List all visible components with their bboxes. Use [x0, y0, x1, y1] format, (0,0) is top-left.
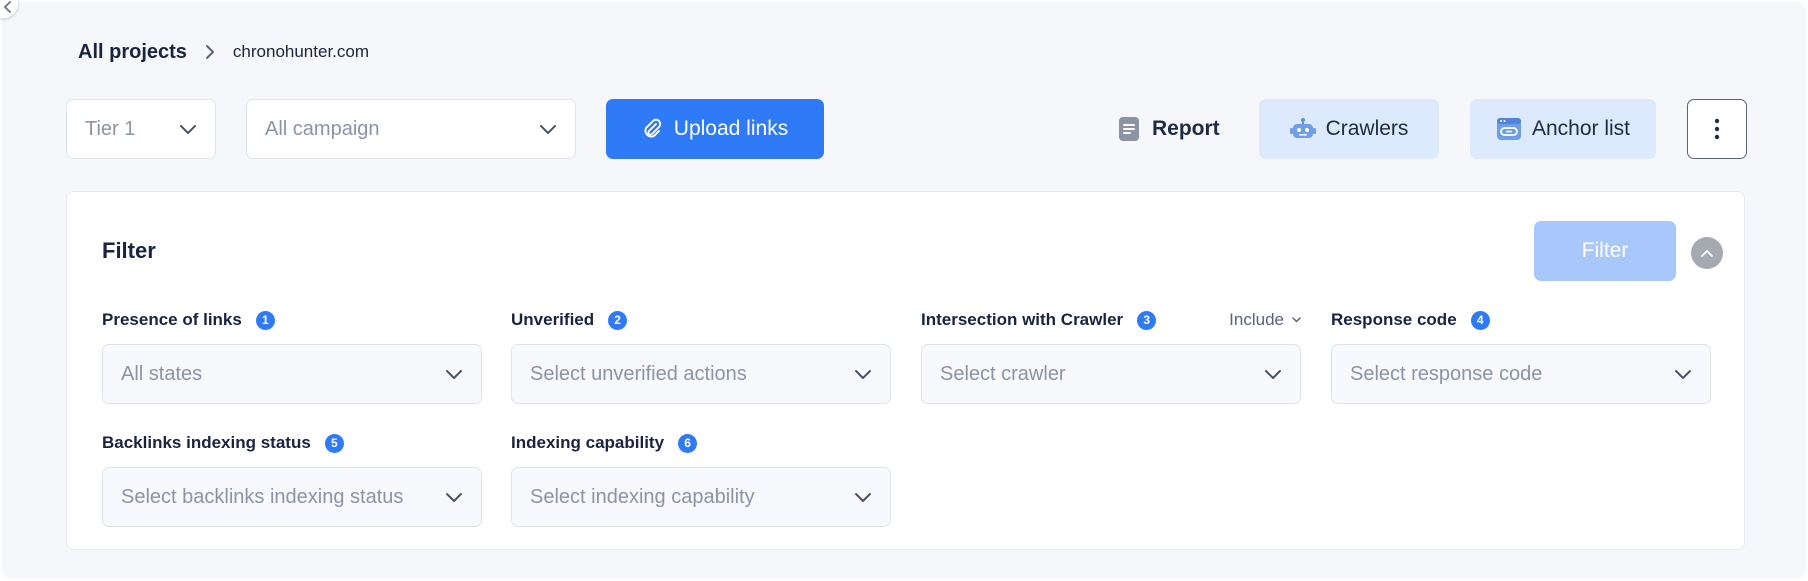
- intersection-with-crawler-label: Intersection with Crawler: [921, 310, 1124, 329]
- backlinks-indexing-status-label: Backlinks indexing status: [102, 433, 311, 452]
- toolbar: Tier 1 All campaign Upload links Report …: [66, 99, 1747, 161]
- anchor-list-button[interactable]: Anchor list: [1470, 99, 1656, 159]
- chevron-down-icon: [1265, 369, 1281, 379]
- chevron-down-icon: [1675, 369, 1691, 379]
- more-options-button[interactable]: [1687, 99, 1747, 159]
- chevron-down-icon: [446, 369, 462, 379]
- chevron-down-icon: [855, 492, 871, 502]
- select-placeholder: Select crawler: [940, 362, 1066, 385]
- campaign-select-placeholder: All campaign: [265, 117, 380, 140]
- field-label: Unverified 2: [511, 308, 891, 332]
- unverified-label: Unverified: [511, 310, 595, 329]
- select-placeholder: Select indexing capability: [530, 485, 755, 508]
- indexing-capability-select[interactable]: Select indexing capability: [511, 467, 891, 527]
- field-label: Intersection with Crawler 3 Include: [921, 308, 1301, 332]
- tier-select[interactable]: Tier 1: [66, 99, 216, 159]
- response-code-field: Response code 4 Select response code: [1331, 308, 1711, 404]
- collapse-sidebar-button[interactable]: [0, 0, 18, 18]
- step-badge: 4: [1470, 310, 1490, 330]
- response-code-select[interactable]: Select response code: [1331, 344, 1711, 404]
- step-badge: 5: [324, 433, 344, 453]
- intersection-with-crawler-field: Intersection with Crawler 3 Include Sele…: [921, 308, 1301, 404]
- presence-of-links-label: Presence of links: [102, 310, 242, 329]
- chevron-down-icon: [1292, 317, 1301, 323]
- report-button[interactable]: Report: [1106, 99, 1232, 159]
- chevron-left-icon: [4, 1, 11, 13]
- include-mode-label: Include: [1229, 310, 1284, 329]
- step-badge: 6: [678, 433, 698, 453]
- unverified-field: Unverified 2 Select unverified actions: [511, 308, 891, 404]
- select-placeholder: All states: [121, 362, 203, 385]
- campaign-select[interactable]: All campaign: [246, 99, 576, 159]
- breadcrumb-all-projects-link[interactable]: All projects: [78, 41, 187, 64]
- step-badge: 1: [255, 310, 275, 330]
- anchor-list-icon: [1496, 118, 1521, 140]
- response-code-label: Response code: [1331, 310, 1457, 329]
- field-label: Backlinks indexing status 5: [102, 431, 482, 455]
- field-label: Indexing capability 6: [511, 431, 891, 455]
- crawler-select[interactable]: Select crawler: [921, 344, 1301, 404]
- chevron-up-icon: [1701, 249, 1713, 257]
- breadcrumb: All projects chronohunter.com: [78, 38, 369, 66]
- crawlers-button[interactable]: Crawlers: [1259, 99, 1439, 159]
- unverified-select[interactable]: Select unverified actions: [511, 344, 891, 404]
- field-label: Response code 4: [1331, 308, 1711, 332]
- indexing-capability-field: Indexing capability 6 Select indexing ca…: [511, 431, 891, 527]
- step-badge: 2: [608, 310, 628, 330]
- collapse-filter-button[interactable]: [1691, 237, 1723, 269]
- filter-title: Filter: [102, 238, 156, 263]
- kebab-menu-icon: [1714, 118, 1720, 140]
- indexing-capability-label: Indexing capability: [511, 433, 665, 452]
- presence-of-links-field: Presence of links 1 All states: [102, 308, 482, 404]
- report-icon: [1119, 117, 1139, 141]
- breadcrumb-current-project: chronohunter.com: [232, 42, 370, 61]
- paperclip-icon: [644, 118, 661, 138]
- chevron-down-icon: [540, 124, 556, 134]
- report-label: Report: [1152, 117, 1220, 140]
- backlinks-indexing-status-select[interactable]: Select backlinks indexing status: [102, 467, 482, 527]
- select-placeholder: Select backlinks indexing status: [121, 485, 404, 508]
- presence-of-links-select[interactable]: All states: [102, 344, 482, 404]
- chevron-down-icon: [446, 492, 462, 502]
- robot-icon: [1289, 118, 1316, 138]
- tier-select-value: Tier 1: [85, 117, 136, 140]
- backlinks-indexing-status-field: Backlinks indexing status 5 Select backl…: [102, 431, 482, 527]
- upload-links-button[interactable]: Upload links: [606, 99, 824, 159]
- chevron-right-icon: [205, 45, 214, 59]
- app-window: All projects chronohunter.com Tier 1 All…: [0, 0, 1806, 579]
- anchor-list-label: Anchor list: [1531, 117, 1631, 140]
- select-placeholder: Select response code: [1350, 362, 1543, 385]
- field-label: Presence of links 1: [102, 308, 482, 332]
- crawlers-label: Crawlers: [1325, 117, 1409, 140]
- upload-links-label: Upload links: [673, 117, 789, 140]
- step-badge: 3: [1137, 310, 1157, 330]
- apply-filter-button[interactable]: Filter: [1534, 221, 1676, 281]
- include-mode-dropdown[interactable]: Include: [1229, 308, 1301, 332]
- select-placeholder: Select unverified actions: [530, 362, 747, 385]
- chevron-down-icon: [180, 124, 196, 134]
- chevron-down-icon: [855, 369, 871, 379]
- filter-panel: Filter Filter Presence of links 1 All st…: [66, 191, 1745, 550]
